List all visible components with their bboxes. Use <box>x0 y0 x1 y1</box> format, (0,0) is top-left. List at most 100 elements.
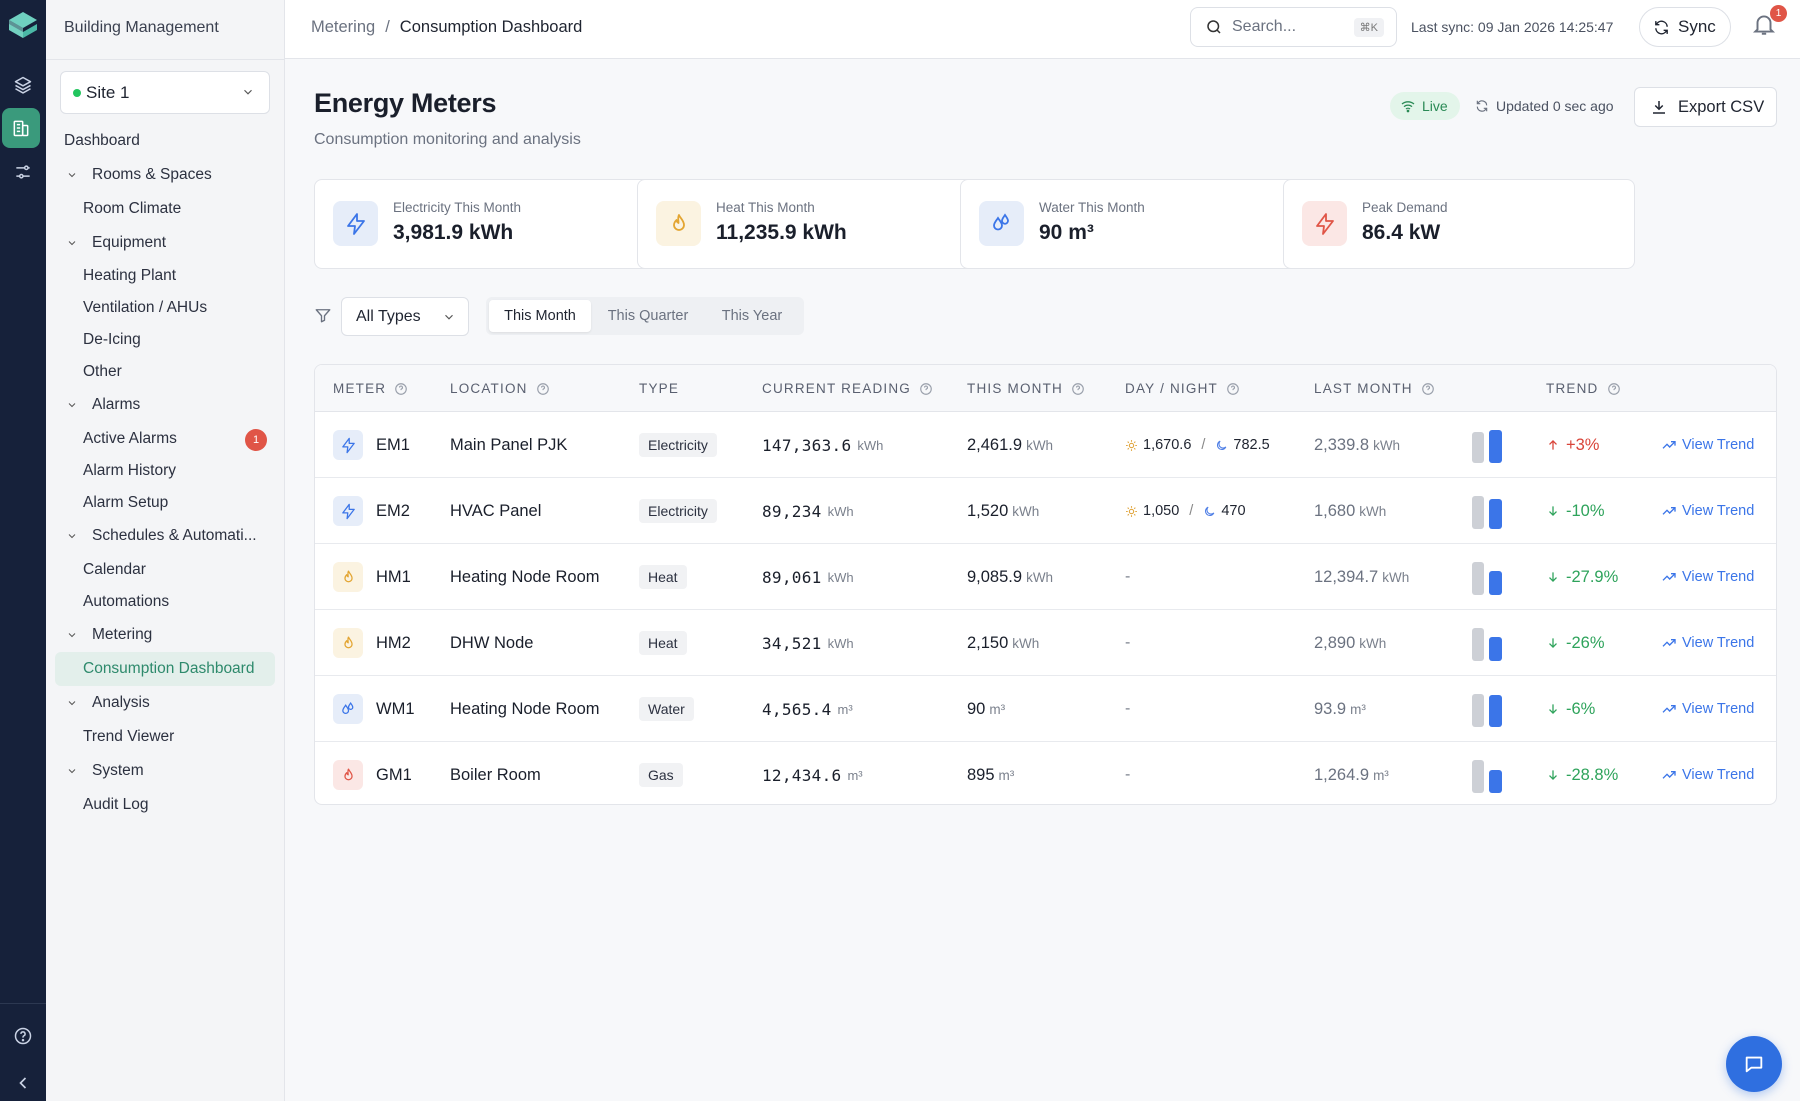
tab-this-month[interactable]: This Month <box>489 300 591 332</box>
col-trend[interactable]: TREND <box>1546 381 1621 396</box>
view-trend-label: View Trend <box>1682 701 1755 717</box>
export-csv-button[interactable]: Export CSV <box>1634 87 1777 127</box>
location-cell: DHW Node <box>450 610 533 676</box>
help-circle-icon[interactable] <box>536 382 550 396</box>
table-row[interactable]: HM1 Heating Node Room Heat 89,061 kWh 9,085.9… <box>315 544 1776 610</box>
nav-label: Analysis <box>92 694 150 711</box>
alarm-count-badge: 1 <box>245 429 267 451</box>
app-logo-icon[interactable] <box>4 8 42 46</box>
trend-value: -6% <box>1546 700 1595 719</box>
nav-other[interactable]: Other <box>46 355 285 389</box>
col-day-night[interactable]: DAY / NIGHT <box>1125 381 1240 396</box>
nav-automations[interactable]: Automations <box>46 585 285 619</box>
summary-card: Heat This Month 11,235.9 kWh <box>637 179 989 269</box>
month-unit: kWh <box>1026 437 1054 453</box>
meter-location: Main Panel PJK <box>450 435 568 454</box>
collapse-chevron-icon[interactable] <box>6 1066 40 1100</box>
nav-dashboard[interactable]: Dashboard <box>46 124 285 158</box>
breadcrumb-metering[interactable]: Metering <box>311 18 375 37</box>
nav-section-system[interactable]: System <box>46 754 285 788</box>
nav-section-alarms[interactable]: Alarms <box>46 388 285 422</box>
view-trend-link[interactable]: View Trend <box>1661 610 1754 676</box>
bolt-icon <box>333 430 363 460</box>
nav-section-analysis[interactable]: Analysis <box>46 686 285 720</box>
nav-label: Alarm Setup <box>83 494 169 511</box>
nav-section-equipment[interactable]: Equipment <box>46 226 285 260</box>
nav-alarm-setup[interactable]: Alarm Setup <box>46 486 285 520</box>
nav-room-climate[interactable]: Room Climate <box>46 192 285 226</box>
trending-up-icon <box>1662 705 1676 713</box>
nav-consumption-dashboard[interactable]: Consumption Dashboard <box>55 652 275 686</box>
search-input[interactable]: Search... ⌘K <box>1190 7 1397 47</box>
trend-value: +3% <box>1546 436 1599 455</box>
chat-button[interactable] <box>1726 1036 1782 1092</box>
help-circle-icon[interactable] <box>1071 382 1085 396</box>
nav-section-schedules[interactable]: Schedules & Automati... <box>46 519 285 553</box>
type-filter-select[interactable]: All Types <box>341 297 469 336</box>
help-icon[interactable] <box>6 1019 40 1053</box>
col-label: LAST MONTH <box>1314 381 1413 396</box>
nav-section-rooms[interactable]: Rooms & Spaces <box>46 158 285 192</box>
current-reading: 147,363.6 <box>762 435 852 455</box>
sliders-icon[interactable] <box>6 155 40 189</box>
nav-calendar[interactable]: Calendar <box>46 553 285 587</box>
view-trend-link[interactable]: View Trend <box>1661 478 1754 544</box>
table-row[interactable]: HM2 DHW Node Heat 34,521 kWh 2,150 kWh -2,890 kW… <box>315 610 1776 676</box>
live-label: Live <box>1422 98 1448 114</box>
this-month-cell: 2,461.9 kWh <box>967 412 1053 478</box>
col-meter[interactable]: METER <box>333 381 408 396</box>
tab-this-quarter[interactable]: This Quarter <box>594 300 702 332</box>
view-trend-link[interactable]: View Trend <box>1661 676 1754 742</box>
col-last-month[interactable]: LAST MONTH <box>1314 381 1435 396</box>
table-row[interactable]: EM2 HVAC Panel Electricity 89,234 kWh 1,520 kW… <box>315 478 1776 544</box>
help-circle-icon[interactable] <box>1421 382 1435 396</box>
nav-de-icing[interactable]: De-Icing <box>46 323 285 357</box>
building-icon[interactable] <box>2 108 40 148</box>
site-selector[interactable]: Site 1 <box>60 71 270 114</box>
help-circle-icon[interactable] <box>394 382 408 396</box>
reading-unit: m³ <box>847 767 863 783</box>
view-trend-link[interactable]: View Trend <box>1661 544 1754 610</box>
help-circle-icon[interactable] <box>919 382 933 396</box>
main-content: Energy Meters Consumption monitoring and… <box>285 60 1800 1101</box>
period-tabs: This Month This Quarter This Year <box>486 297 804 335</box>
trending-up-icon <box>1662 639 1676 647</box>
meter-location: HVAC Panel <box>450 501 542 520</box>
col-current-reading[interactable]: CURRENT READING <box>762 381 933 396</box>
help-circle-icon[interactable] <box>1607 382 1621 396</box>
meter-id: EM1 <box>376 435 410 454</box>
table-row[interactable]: GM1 Boiler Room Gas 12,434.6 m³ 895 m³ -1,264.9… <box>315 742 1776 804</box>
arrow-down-icon <box>1549 770 1557 780</box>
nav-heating-plant[interactable]: Heating Plant <box>46 259 285 293</box>
nav-active-alarms[interactable]: Active Alarms 1 <box>46 422 285 456</box>
col-label: LOCATION <box>450 381 528 396</box>
layers-icon[interactable] <box>6 68 40 102</box>
help-circle-icon[interactable] <box>1226 382 1240 396</box>
table-row[interactable]: WM1 Heating Node Room Water 4,565.4 m³ 90 m³ -9… <box>315 676 1776 742</box>
notifications-button[interactable]: 1 <box>1751 5 1787 41</box>
location-cell: Heating Node Room <box>450 676 600 742</box>
nav-ventilation[interactable]: Ventilation / AHUs <box>46 291 285 325</box>
sync-label: Sync <box>1678 17 1716 36</box>
day-night-cell: - <box>1125 742 1130 804</box>
nav-section-metering[interactable]: Metering <box>46 618 285 652</box>
nav-audit-log[interactable]: Audit Log <box>46 788 285 822</box>
reading-cell: 12,434.6 m³ <box>762 742 863 804</box>
col-location[interactable]: LOCATION <box>450 381 550 396</box>
sync-button[interactable]: Sync <box>1639 7 1731 47</box>
tab-this-year[interactable]: This Year <box>704 300 800 332</box>
rail-divider <box>0 1003 46 1004</box>
reading-unit: kWh <box>827 635 854 651</box>
col-label: DAY / NIGHT <box>1125 381 1218 396</box>
view-trend-link[interactable]: View Trend <box>1661 742 1754 804</box>
meter-id-cell: EM2 <box>376 478 410 544</box>
table-row[interactable]: EM1 Main Panel PJK Electricity 147,363.6 kWh… <box>315 412 1776 478</box>
nav-alarm-history[interactable]: Alarm History <box>46 454 285 488</box>
col-this-month[interactable]: THIS MONTH <box>967 381 1085 396</box>
nav-trend-viewer[interactable]: Trend Viewer <box>46 720 285 754</box>
view-trend-link[interactable]: View Trend <box>1661 412 1754 478</box>
chevron-down-icon <box>68 403 76 408</box>
updated-status: Updated 0 sec ago <box>1475 98 1614 114</box>
col-type[interactable]: TYPE <box>639 381 679 396</box>
reading-cell: 89,234 kWh <box>762 478 854 544</box>
